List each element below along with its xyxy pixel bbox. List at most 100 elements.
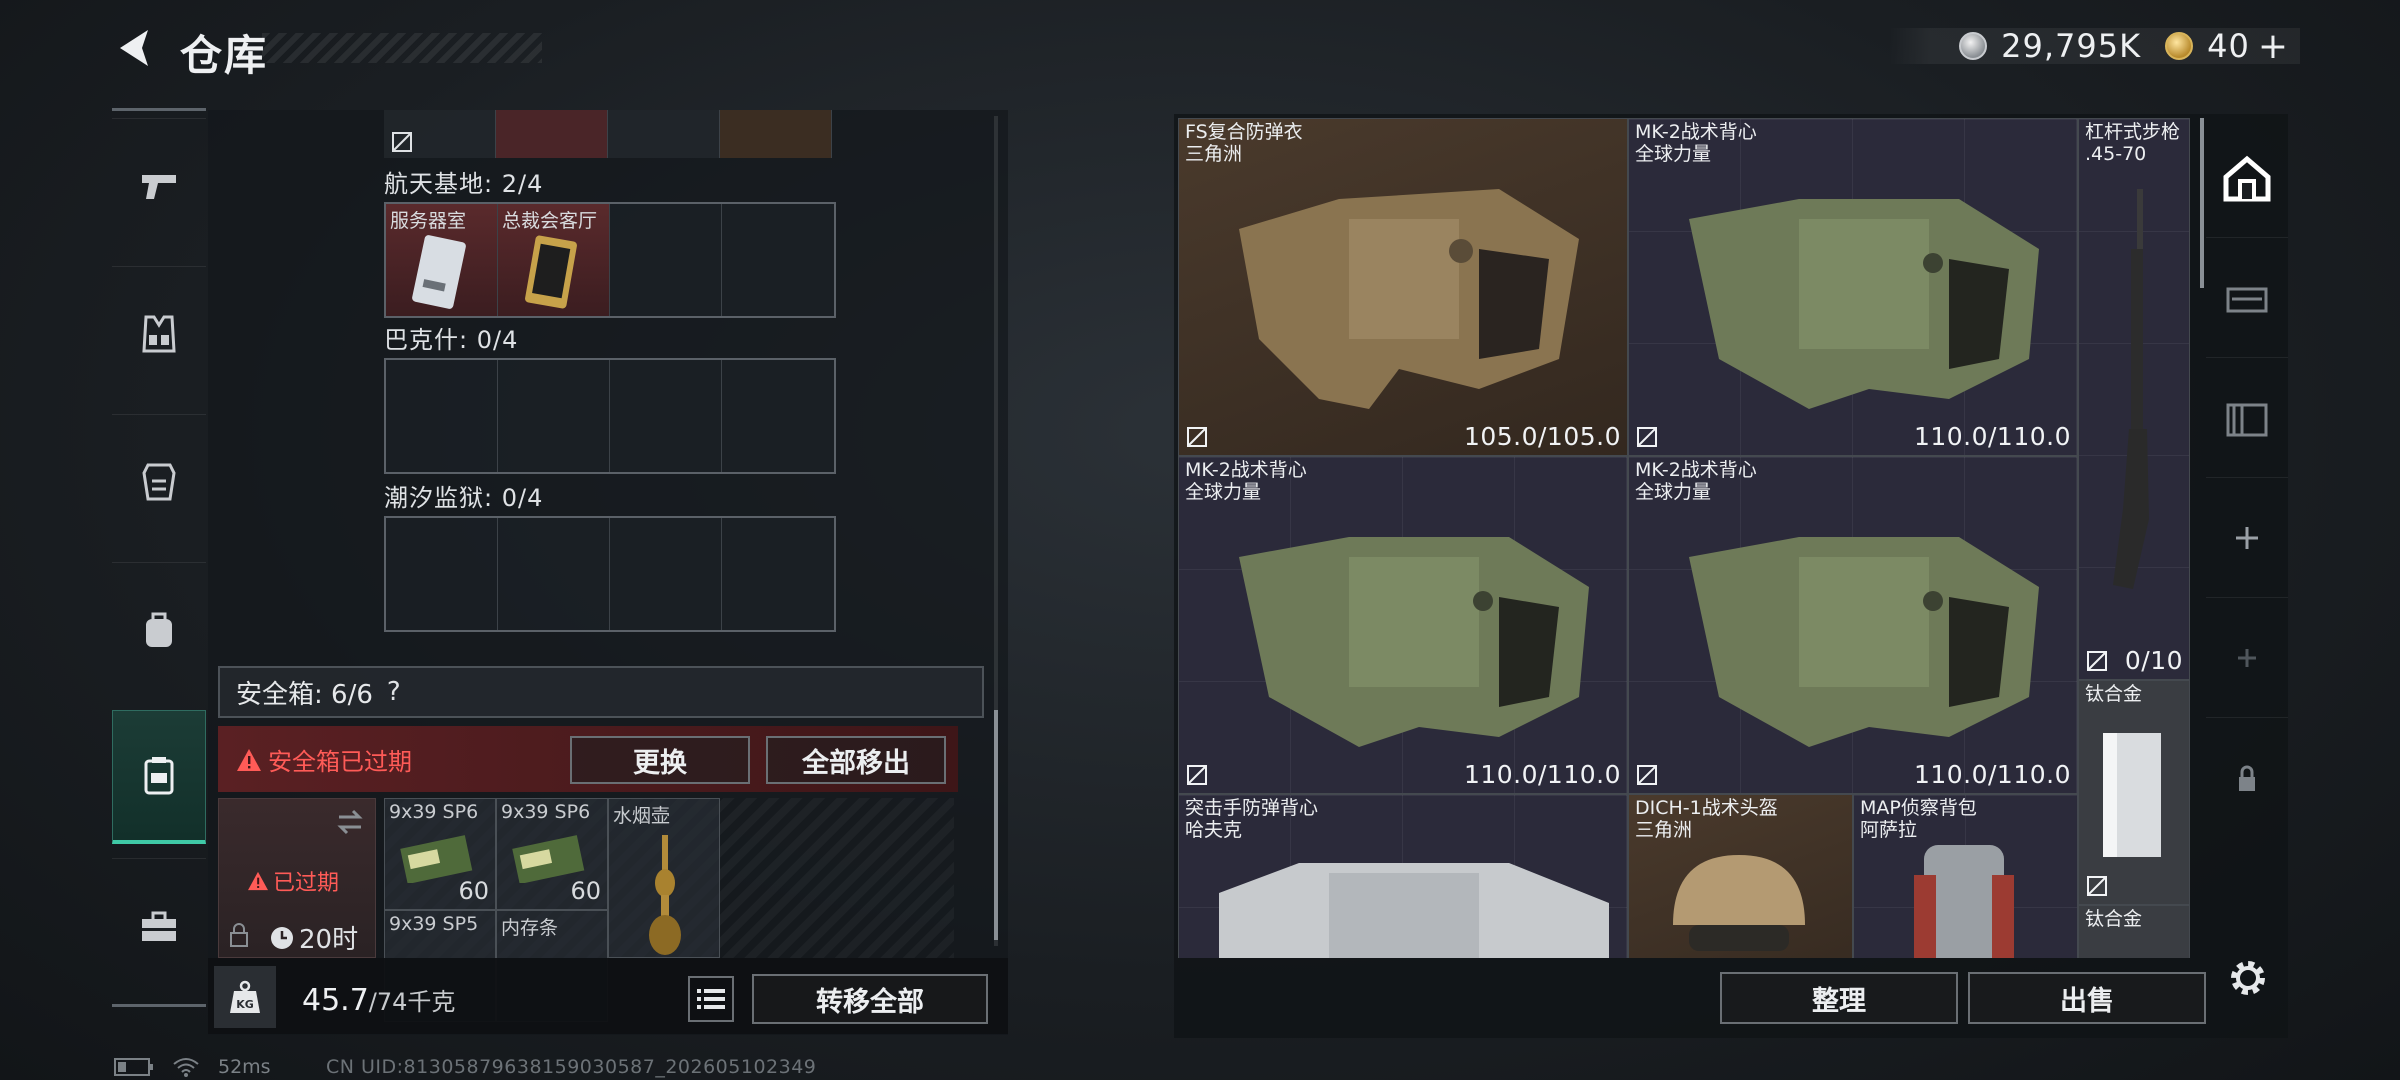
battery-icon (114, 1058, 153, 1076)
item-name: 9x39 SP5 (389, 913, 479, 935)
storage-cell[interactable] (720, 110, 832, 158)
gold-keycard-icon (525, 235, 577, 309)
storage-grid-tidal-prison (384, 516, 836, 632)
left-scroll-thumb[interactable] (994, 710, 998, 940)
storage-slot-empty[interactable] (722, 360, 834, 472)
clock-icon (271, 926, 293, 949)
add-currency-button[interactable]: + (2258, 26, 2288, 67)
warehouse-item-titanium[interactable]: 钛合金 (2078, 905, 2190, 958)
sell-button[interactable]: 出售 (1968, 972, 2206, 1024)
warehouse-item-fs-armor[interactable]: FS复合防弹衣 三角洲 105.0/105.0 (1178, 118, 1628, 456)
storage-slot-empty[interactable] (498, 518, 610, 630)
storage-slot-empty[interactable] (498, 360, 610, 472)
list-view-button[interactable] (688, 976, 734, 1022)
add-tab-button-disabled[interactable] (2206, 598, 2288, 718)
item-label: MAP侦察背包 阿萨拉 (1860, 797, 1977, 841)
settings-gear-icon[interactable] (2224, 954, 2272, 1002)
safebox-status-tile[interactable]: 已过期 20时 (218, 798, 376, 958)
add-tab-button[interactable] (2206, 478, 2288, 598)
item-label: 钛合金 (2085, 908, 2143, 930)
safebox-header: 安全箱: 6/6 ? (218, 666, 984, 718)
no-sell-icon (1637, 427, 1657, 447)
silver-coin-icon (1959, 32, 1988, 60)
warehouse-tab-containers[interactable] (2206, 358, 2288, 478)
transfer-all-button[interactable]: 转移全部 (752, 974, 988, 1024)
left-category-nav (112, 108, 206, 1008)
area-label-bakhsh: 巴克什: 0/4 (384, 326, 519, 354)
no-sell-icon (392, 132, 412, 152)
storage-item-ceo-lounge[interactable]: 总裁会客厅 (498, 204, 610, 316)
safebox-item-ammo[interactable]: 9x39 SP6 60 (496, 798, 608, 910)
organize-button[interactable]: 整理 (1720, 972, 1958, 1024)
nav-chest-rig[interactable] (112, 266, 206, 400)
remove-all-button[interactable]: 全部移出 (766, 736, 946, 784)
no-sell-icon (1187, 427, 1207, 447)
no-sell-icon (2087, 876, 2107, 896)
storage-slot-empty[interactable] (386, 360, 498, 472)
warehouse-item-lever-rifle[interactable]: 杠杆式步枪 .45-70 0/10 (2078, 118, 2190, 680)
safebox-item-ammo[interactable]: 9x39 SP6 60 (384, 798, 496, 910)
storage-slot-empty[interactable] (610, 204, 722, 316)
nav-weapons[interactable] (112, 118, 206, 252)
warehouse-tab-weapons[interactable] (2206, 238, 2288, 358)
no-sell-icon (1187, 765, 1207, 785)
warehouse-item-mk2-vest[interactable]: MK-2战术背心 全球力量 110.0/110.0 (1628, 456, 2078, 794)
rifle-image (2113, 189, 2149, 589)
plus-icon (2236, 526, 2258, 549)
expired-badge-text: 已过期 (273, 871, 340, 896)
tactical-vest-image (1689, 537, 2039, 747)
safebox-item-hookah[interactable]: 水烟壶 (608, 798, 720, 958)
storage-cell[interactable] (608, 110, 720, 158)
storage-slot-empty[interactable] (610, 360, 722, 472)
nav-bottom-divider (112, 1004, 206, 1007)
no-sell-icon (2087, 651, 2107, 671)
warning-icon (237, 748, 261, 771)
expired-badge: 已过期 (247, 865, 339, 897)
lock-icon (2239, 765, 2255, 791)
warehouse-item-dich-helmet[interactable]: DICH-1战术头盔 三角洲 (1628, 794, 1853, 958)
warehouse-item-mk2-vest[interactable]: MK-2战术背心 全球力量 110.0/110.0 (1628, 118, 2078, 456)
replace-button[interactable]: 更换 (570, 736, 750, 784)
weapon-crate-icon (2226, 287, 2268, 312)
storage-slot-empty[interactable] (610, 518, 722, 630)
storage-slot-empty[interactable] (722, 518, 834, 630)
warehouse-item-mk2-vest[interactable]: MK-2战术背心 全球力量 110.0/110.0 (1178, 456, 1628, 794)
gold-balance: 40 (2207, 27, 2250, 65)
warehouse-tab-main[interactable] (2206, 118, 2288, 238)
warehouse-item-assault-vest[interactable]: 突击手防弹背心 哈夫克 (1178, 794, 1628, 958)
list-icon (697, 989, 725, 1009)
titanium-ingot-image (2103, 733, 2161, 857)
safebox-title: 安全箱: 6/6 (236, 679, 373, 710)
nav-safebox[interactable] (112, 710, 206, 844)
container-icon (2226, 403, 2268, 436)
item-label: MK-2战术背心 全球力量 (1635, 121, 1757, 165)
safebox-grid: 9x39 SP6 60 9x39 SP6 60 水烟壶 9x39 SP5 内存条 (384, 798, 954, 1022)
assault-vest-image (1219, 863, 1609, 958)
system-status: 52ms (114, 1056, 271, 1078)
storage-cell[interactable] (496, 110, 608, 158)
weight-readout: 45.7/74千克 (302, 982, 455, 1018)
tactical-vest-image (1689, 199, 2039, 409)
right-scroll-thumb[interactable] (2200, 118, 2204, 288)
item-label: 钛合金 (2085, 683, 2143, 705)
item-durability: 0/10 (2124, 646, 2183, 675)
storage-item-server-room[interactable]: 服务器室 (386, 204, 498, 316)
safebox-icon (144, 756, 174, 794)
nav-toolbox[interactable] (112, 858, 206, 992)
nav-backpack[interactable] (112, 562, 206, 696)
backpack-icon (146, 612, 172, 647)
storage-slot-empty[interactable] (722, 204, 834, 316)
back-arrow-icon[interactable] (112, 26, 156, 70)
storage-slot-empty[interactable] (386, 518, 498, 630)
toolbox-icon (142, 911, 176, 941)
item-durability: 110.0/110.0 (1463, 760, 1621, 789)
locked-tab[interactable] (2206, 718, 2288, 838)
ping-text: 52ms (218, 1056, 271, 1078)
nav-armor[interactable] (112, 414, 206, 548)
warehouse-item-map-backpack[interactable]: MAP侦察背包 阿萨拉 (1853, 794, 2078, 958)
item-label: MK-2战术背心 全球力量 (1185, 459, 1307, 503)
warehouse-item-titanium[interactable]: 钛合金 (2078, 680, 2190, 905)
safebox-help-button[interactable]: ? (387, 677, 401, 707)
item-name: 总裁会客厅 (502, 210, 598, 232)
svg-text:KG: KG (236, 998, 254, 1011)
